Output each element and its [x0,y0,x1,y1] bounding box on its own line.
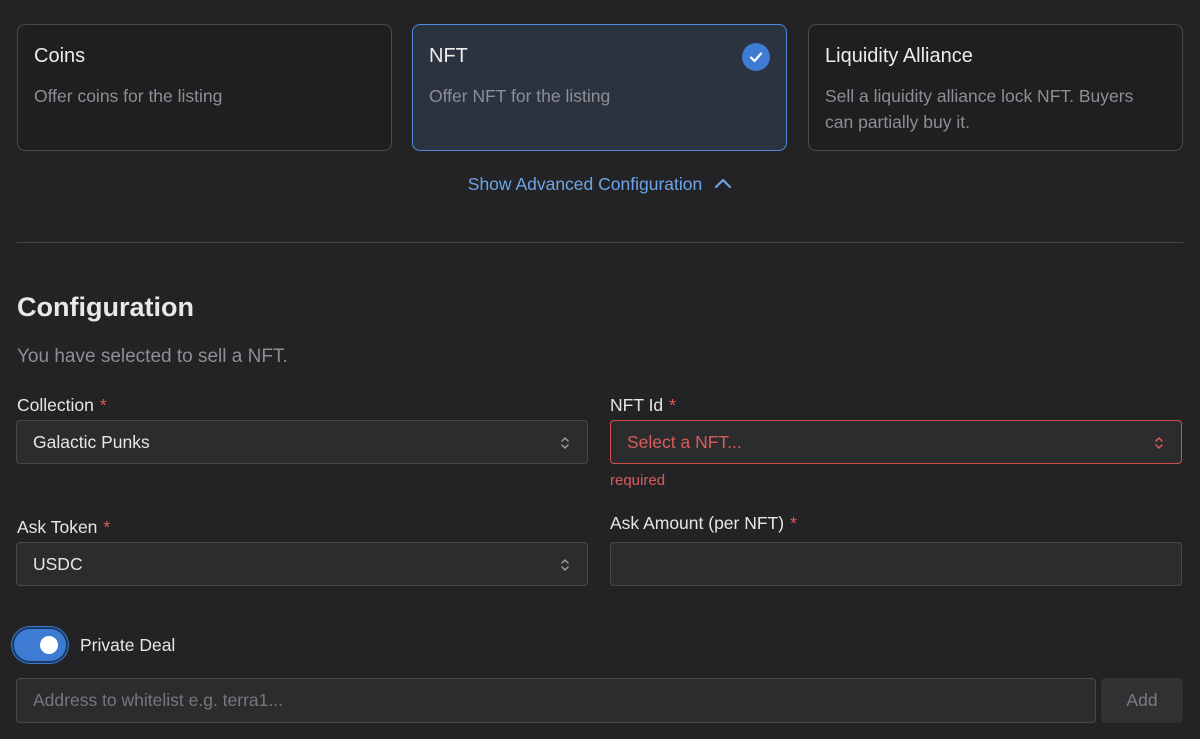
select-arrows-icon [559,556,571,579]
ask-token-select[interactable]: USDC [16,542,588,586]
ask-token-label: Ask Token * [17,517,110,538]
listing-type-card-nft[interactable]: NFT Offer NFT for the listing [412,24,787,151]
collection-value: Galactic Punks [33,431,150,452]
chevron-up-icon [714,171,732,195]
ask-amount-input[interactable] [610,542,1182,586]
card-title: Liquidity Alliance [825,45,973,67]
section-subtitle: You have selected to sell a NFT. [17,346,288,367]
add-whitelist-button[interactable]: Add [1101,678,1183,723]
required-mark: * [99,395,107,415]
required-mark: * [790,513,797,533]
toggle-knob [40,636,58,654]
listing-type-card-liquidity-alliance[interactable]: Liquidity Alliance Sell a liquidity alli… [808,24,1183,151]
card-description: Sell a liquidity alliance lock NFT. Buye… [825,86,1134,132]
whitelist-address-input[interactable] [16,678,1096,723]
nft-id-value: Select a NFT... [627,431,742,452]
nft-id-select[interactable]: Select a NFT... [610,420,1182,464]
section-title: Configuration [17,292,194,322]
private-deal-toggle[interactable] [14,629,66,661]
ask-token-value: USDC [33,553,83,574]
card-title: Coins [34,45,86,67]
select-arrows-icon [1153,434,1165,457]
create-listing-page: Coins Offer coins for the listing NFT Of… [0,0,1200,739]
private-deal-label: Private Deal [80,635,176,655]
divider [17,242,1183,243]
card-description: Offer NFT for the listing [429,86,611,106]
nft-id-error: required [610,472,666,489]
card-title: NFT [429,45,468,67]
listing-type-card-coins[interactable]: Coins Offer coins for the listing [17,24,392,151]
collection-label-text: Collection [17,395,94,415]
ask-amount-label: Ask Amount (per NFT) * [610,513,797,534]
required-mark: * [103,517,111,537]
required-mark: * [669,395,676,415]
collection-label: Collection * [17,395,107,416]
check-icon [742,43,770,71]
select-arrows-icon [559,434,571,457]
nft-id-label: NFT Id * [610,395,676,416]
advanced-configuration-label: Show Advanced Configuration [467,174,703,194]
card-description: Offer coins for the listing [34,86,223,106]
show-advanced-configuration-link[interactable]: Show Advanced Configuration [0,172,1200,197]
nft-id-label-text: NFT Id [610,395,664,415]
ask-amount-label-text: Ask Amount (per NFT) [610,513,785,533]
collection-select[interactable]: Galactic Punks [16,420,588,464]
ask-token-label-text: Ask Token [17,517,98,537]
